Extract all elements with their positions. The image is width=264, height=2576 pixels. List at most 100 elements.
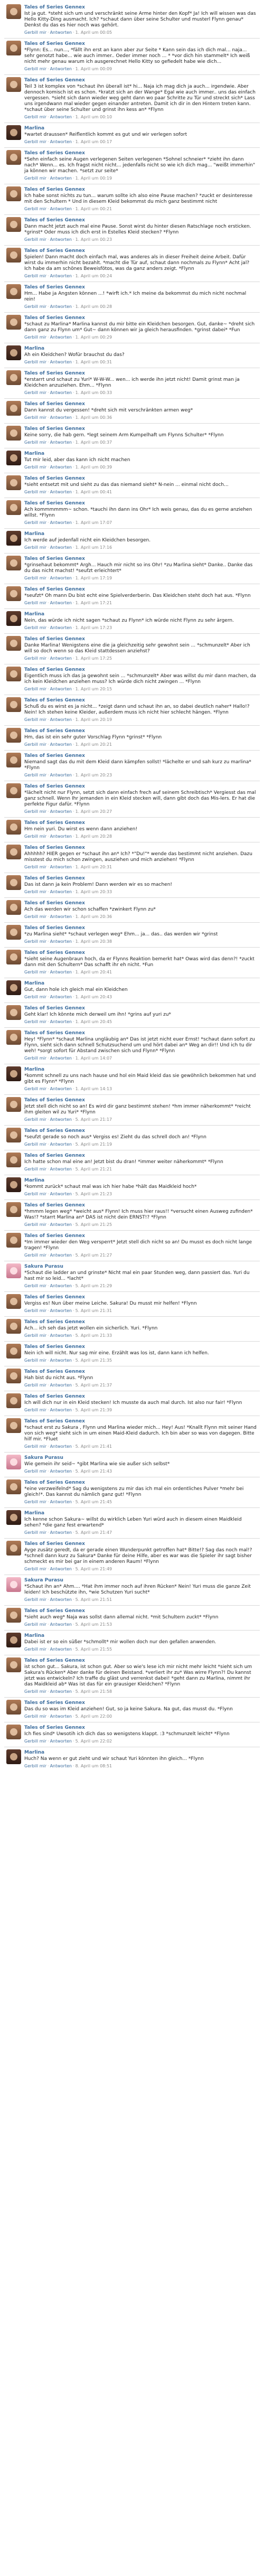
reply-link[interactable]: Antworten xyxy=(50,773,72,778)
user-link[interactable]: Gerbill mir xyxy=(24,440,46,445)
author-link[interactable]: Tales of Series Gennex xyxy=(24,5,85,10)
user-link[interactable]: Gerbill mir xyxy=(24,939,46,944)
reply-link[interactable]: Antworten xyxy=(50,1222,72,1227)
author-link[interactable]: Marlina xyxy=(24,1178,44,1183)
reply-link[interactable]: Antworten xyxy=(50,1117,72,1122)
reply-link[interactable]: Antworten xyxy=(50,440,72,445)
user-link[interactable]: Gerbill mir xyxy=(24,1622,46,1627)
user-link[interactable]: Gerbill mir xyxy=(24,1567,46,1571)
reply-link[interactable]: Antworten xyxy=(50,304,72,309)
user-link[interactable]: Gerbill mir xyxy=(24,1689,46,1694)
user-link[interactable]: Gerbill mir xyxy=(24,1500,46,1504)
user-link[interactable]: Gerbill mir xyxy=(24,1530,46,1535)
reply-link[interactable]: Antworten xyxy=(50,545,72,550)
author-link[interactable]: Marlina xyxy=(24,531,44,537)
reply-link[interactable]: Antworten xyxy=(50,1597,72,1602)
author-link[interactable]: Tales of Series Gennex xyxy=(24,950,85,956)
reply-link[interactable]: Antworten xyxy=(50,1739,72,1744)
reply-link[interactable]: Antworten xyxy=(50,360,72,364)
author-link[interactable]: Tales of Series Gennex xyxy=(24,901,85,906)
user-link[interactable]: Gerbill mir xyxy=(24,717,46,722)
user-link[interactable]: Gerbill mir xyxy=(24,207,46,211)
tales-avatar[interactable] xyxy=(6,1294,21,1309)
user-link[interactable]: Gerbill mir xyxy=(24,520,46,525)
reply-link[interactable]: Antworten xyxy=(50,390,72,395)
tales-avatar[interactable] xyxy=(6,925,21,940)
tales-avatar[interactable] xyxy=(6,783,21,798)
user-link[interactable]: Gerbill mir xyxy=(24,656,46,661)
tales-avatar[interactable] xyxy=(6,77,21,92)
reply-link[interactable]: Antworten xyxy=(50,67,72,71)
author-link[interactable]: Marlina xyxy=(24,1067,44,1072)
author-link[interactable]: Tales of Series Gennex xyxy=(24,667,85,672)
author-link[interactable]: Tales of Series Gennex xyxy=(24,1344,85,1350)
user-link[interactable]: Gerbill mir xyxy=(24,1253,46,1258)
author-link[interactable]: Tales of Series Gennex xyxy=(24,784,85,789)
tales-avatar[interactable] xyxy=(6,900,21,915)
marlina-avatar[interactable] xyxy=(6,125,21,140)
user-link[interactable]: Gerbill mir xyxy=(24,415,46,420)
reply-link[interactable]: Antworten xyxy=(50,656,72,661)
tales-avatar[interactable] xyxy=(6,636,21,651)
author-link[interactable]: Tales of Series Gennex xyxy=(24,636,85,642)
user-link[interactable]: Gerbill mir xyxy=(24,1383,46,1388)
reply-link[interactable]: Antworten xyxy=(50,1086,72,1091)
user-link[interactable]: Gerbill mir xyxy=(24,30,46,35)
reply-link[interactable]: Antworten xyxy=(50,576,72,580)
marlina-avatar[interactable] xyxy=(6,980,21,995)
author-link[interactable]: Sakura Purasu xyxy=(24,1264,63,1269)
author-link[interactable]: Marlina xyxy=(24,451,44,456)
tales-avatar[interactable] xyxy=(6,284,21,299)
author-link[interactable]: Marlina xyxy=(24,981,44,986)
author-link[interactable]: Tales of Series Gennex xyxy=(24,1725,85,1730)
user-link[interactable]: Gerbill mir xyxy=(24,1647,46,1652)
reply-link[interactable]: Antworten xyxy=(50,115,72,119)
user-link[interactable]: Gerbill mir xyxy=(24,176,46,181)
user-link[interactable]: Gerbill mir xyxy=(24,1284,46,1288)
author-link[interactable]: Tales of Series Gennex xyxy=(24,1658,85,1663)
user-link[interactable]: Gerbill mir xyxy=(24,1597,46,1602)
user-link[interactable]: Gerbill mir xyxy=(24,1764,46,1768)
tales-avatar[interactable] xyxy=(6,186,21,201)
tales-avatar[interactable] xyxy=(6,1202,21,1217)
reply-link[interactable]: Antworten xyxy=(50,809,72,814)
marlina-avatar[interactable] xyxy=(6,1510,21,1525)
reply-link[interactable]: Antworten xyxy=(50,1500,72,1504)
reply-link[interactable]: Antworten xyxy=(50,274,72,278)
user-link[interactable]: Gerbill mir xyxy=(24,139,46,144)
user-link[interactable]: Gerbill mir xyxy=(24,1408,46,1412)
reply-link[interactable]: Antworten xyxy=(50,717,72,722)
reply-link[interactable]: Antworten xyxy=(50,1647,72,1652)
user-link[interactable]: Gerbill mir xyxy=(24,742,46,747)
reply-link[interactable]: Antworten xyxy=(50,237,72,242)
author-link[interactable]: Tales of Series Gennex xyxy=(24,1700,85,1706)
author-link[interactable]: Tales of Series Gennex xyxy=(24,1541,85,1547)
tales-avatar[interactable] xyxy=(6,1030,21,1045)
author-link[interactable]: Marlina xyxy=(24,1750,44,1755)
reply-link[interactable]: Antworten xyxy=(50,335,72,340)
author-link[interactable]: Tales of Series Gennex xyxy=(24,1480,85,1485)
user-link[interactable]: Gerbill mir xyxy=(24,1117,46,1122)
reply-link[interactable]: Antworten xyxy=(50,520,72,525)
user-link[interactable]: Gerbill mir xyxy=(24,1142,46,1147)
user-link[interactable]: Gerbill mir xyxy=(24,237,46,242)
reply-link[interactable]: Antworten xyxy=(50,1764,72,1768)
user-link[interactable]: Gerbill mir xyxy=(24,1056,46,1061)
user-link[interactable]: Gerbill mir xyxy=(24,576,46,580)
user-link[interactable]: Gerbill mir xyxy=(24,995,46,999)
marlina-avatar[interactable] xyxy=(6,451,21,465)
author-link[interactable]: Tales of Series Gennex xyxy=(24,401,85,407)
author-link[interactable]: Tales of Series Gennex xyxy=(24,1203,85,1208)
author-link[interactable]: Tales of Series Gennex xyxy=(24,426,85,432)
tales-avatar[interactable] xyxy=(6,370,21,385)
tales-avatar[interactable] xyxy=(6,1319,21,1334)
reply-link[interactable]: Antworten xyxy=(50,995,72,999)
author-link[interactable]: Tales of Series Gennex xyxy=(24,1369,85,1374)
user-link[interactable]: Gerbill mir xyxy=(24,687,46,691)
author-link[interactable]: Tales of Series Gennex xyxy=(24,151,85,156)
reply-link[interactable]: Antworten xyxy=(50,1444,72,1449)
author-link[interactable]: Tales of Series Gennex xyxy=(24,1031,85,1036)
author-link[interactable]: Tales of Series Gennex xyxy=(24,476,85,481)
reply-link[interactable]: Antworten xyxy=(50,834,72,839)
user-link[interactable]: Gerbill mir xyxy=(24,970,46,975)
